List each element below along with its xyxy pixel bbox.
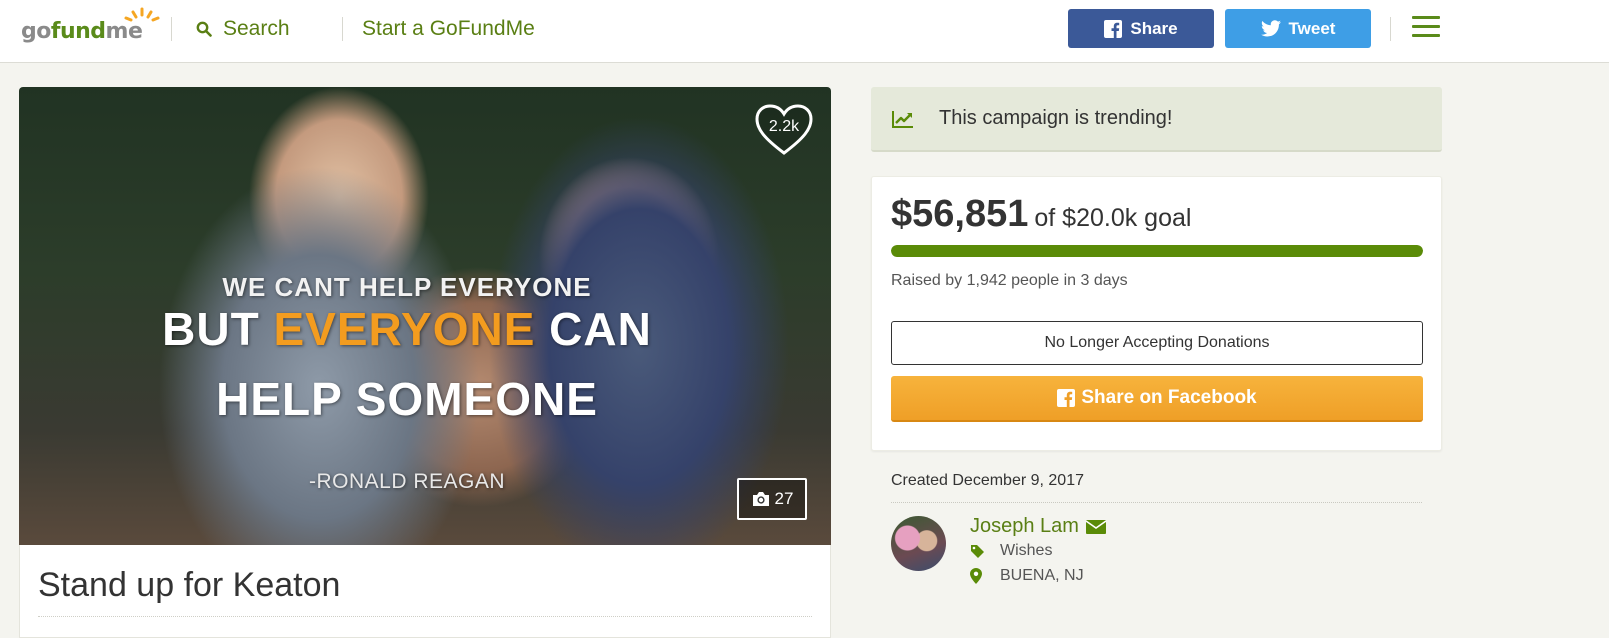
goal-text: of $20.0k goal [1034,204,1192,232]
hamburger-menu-icon[interactable] [1412,16,1440,40]
search-icon [196,21,212,37]
progress-bar [891,245,1423,257]
tag-icon [971,544,984,558]
facebook-share-button[interactable]: Share [1068,9,1214,48]
category-row: Wishes [970,542,1052,560]
facebook-icon [1104,19,1123,38]
donor-stats: Raised by 1,942 people in 3 days [891,272,1128,289]
location-text: BUENA, NJ [1000,567,1084,584]
trending-text: This campaign is trending! [939,107,1173,129]
envelope-icon[interactable] [1085,519,1107,535]
organizer-avatar[interactable] [891,516,946,571]
search-button[interactable]: Search [196,16,290,42]
raised-summary: $56,851 of $20.0k goal [891,193,1191,236]
share-on-facebook-label: Share on Facebook [1081,387,1257,408]
divider [891,502,1422,503]
trending-banner: This campaign is trending! [871,87,1442,152]
quote-line-2: BUT EVERYONE CAN [19,302,813,356]
trending-chart-icon [892,110,913,128]
campaign-hero-image[interactable]: WE CANT HELP EVERYONE BUT EVERYONE CAN H… [19,87,831,545]
tweet-label: Tweet [1288,18,1336,38]
logo-go: go [21,19,51,44]
logo-me: me [105,19,143,44]
divider [342,17,343,41]
share-on-facebook-button[interactable]: Share on Facebook [891,376,1423,422]
location-row: BUENA, NJ [970,567,1084,585]
donation-card: $56,851 of $20.0k goal Raised by 1,942 p… [871,176,1442,451]
campaign-title: Stand up for Keaton [38,566,341,604]
top-nav: gofundme Search Start a GoFundMe Share T… [0,0,1609,63]
created-date: Created December 9, 2017 [891,472,1084,489]
organizer-name-link[interactable]: Joseph Lam [970,515,1079,538]
search-label: Search [223,17,290,40]
gofundme-logo[interactable]: gofundme [21,7,160,49]
logo-fund: fund [50,19,106,44]
divider [171,17,172,41]
category-link[interactable]: Wishes [1000,542,1052,560]
donation-status-button[interactable]: No Longer Accepting Donations [891,321,1423,365]
progress-fill [891,245,1423,257]
photo-count: 27 [774,489,794,508]
tweet-button[interactable]: Tweet [1225,9,1371,48]
heart-count: 2.2k [768,118,800,135]
camera-icon [752,492,769,506]
photo-gallery-button[interactable]: 27 [737,478,807,520]
divider [1390,17,1391,41]
quote-highlight: EVERYONE [273,303,536,355]
campaign-title-card: Stand up for Keaton [19,545,831,638]
start-gofundme-link[interactable]: Start a GoFundMe [362,16,535,42]
quote-attribution: -RONALD REAGAN [308,470,506,493]
quote-line-2-post: CAN [535,303,652,355]
organizer: Joseph Lam [970,515,1107,538]
share-label: Share [1130,18,1178,38]
quote-line-1: WE CANT HELP EVERYONE [222,272,592,302]
twitter-icon [1260,20,1281,37]
logo-wordmark: gofundme [21,19,143,44]
facebook-icon [1057,389,1076,407]
map-marker-icon [970,568,982,584]
divider [38,616,812,617]
quote-line-3: HELP SOMEONE [216,373,598,425]
quote-line-2-pre: BUT [162,303,274,355]
raised-amount: $56,851 [891,193,1029,235]
